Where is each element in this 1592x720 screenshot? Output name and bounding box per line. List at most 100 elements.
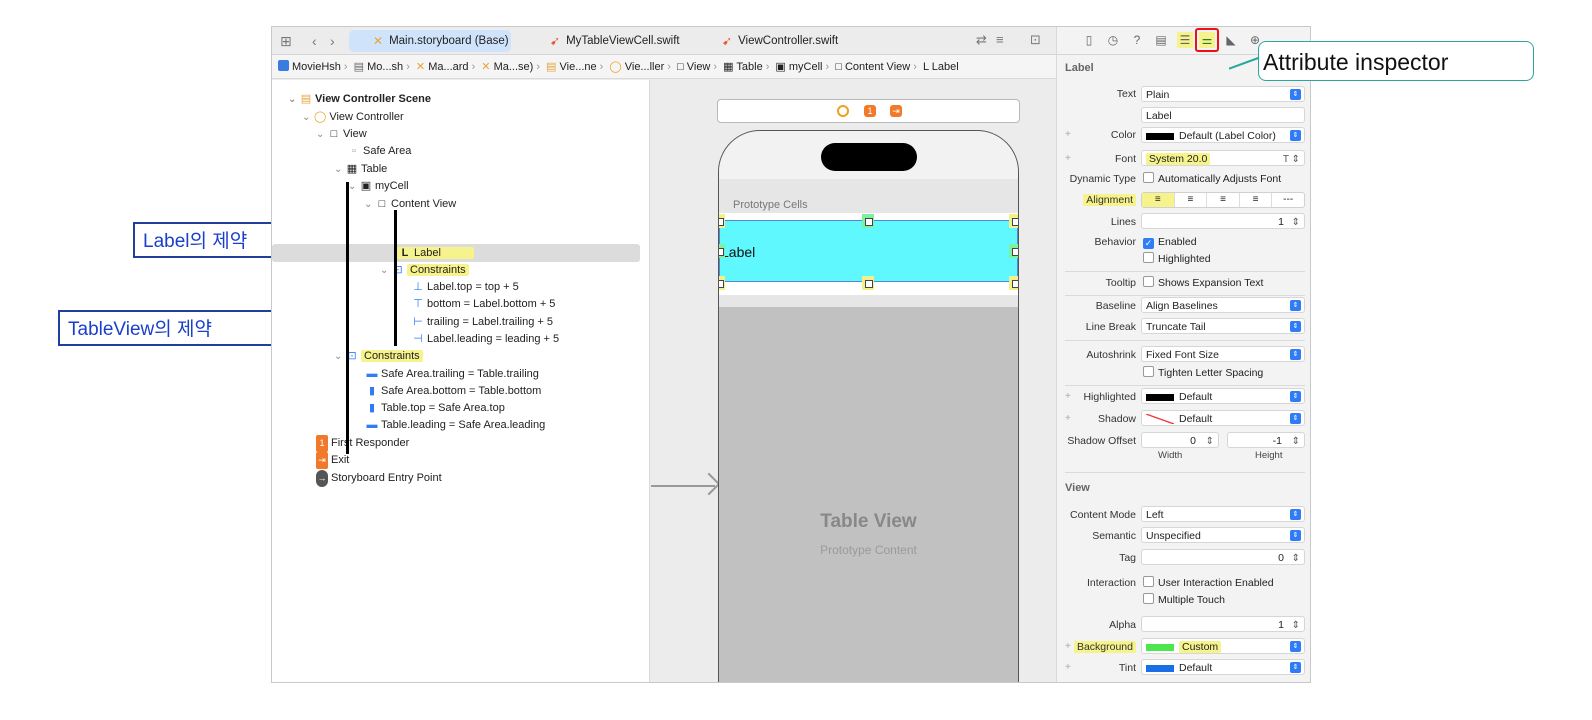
shadow-height-field[interactable]: -1 ⇕ [1227, 432, 1305, 448]
breadcrumb-item[interactable]: Label [932, 61, 959, 73]
line-break-select[interactable]: Truncate Tail ⇕ [1141, 318, 1305, 334]
align-center-icon[interactable]: ≡ [1175, 193, 1208, 207]
font-picker-icon[interactable]: T ⇕ [1283, 152, 1300, 168]
user-interaction-checkbox[interactable]: User Interaction Enabled [1139, 575, 1309, 591]
tab-viewcontroller[interactable]: ➹ ViewController.swift [698, 30, 858, 52]
breadcrumb-item[interactable]: MovieHsh [292, 61, 341, 73]
enabled-checkbox[interactable]: ✓ Enabled [1139, 234, 1299, 250]
checkbox-checked[interactable]: ✓ [1143, 238, 1154, 249]
outline-view-controller[interactable]: ⌄ ◯ View Controller [302, 109, 404, 126]
file-inspector-icon[interactable]: ▯ [1081, 32, 1097, 48]
tooltip-checkbox[interactable]: Shows Expansion Text [1139, 275, 1309, 291]
breadcrumb-item[interactable]: Content View [845, 61, 910, 73]
align-left-icon[interactable]: ≡ [1142, 193, 1175, 207]
outline-label[interactable]: L Label [396, 245, 475, 262]
outline-exit[interactable]: ⇥ Exit [316, 452, 349, 469]
shadow-width-field[interactable]: 0 ⇕ [1141, 432, 1219, 448]
checkbox[interactable] [1143, 252, 1154, 263]
checkbox[interactable] [1143, 172, 1154, 183]
outline-scene[interactable]: ⌄ ▤ View Controller Scene [288, 91, 431, 108]
breadcrumb-item[interactable]: Ma...ard [428, 61, 468, 73]
highlighted-checkbox[interactable]: Highlighted [1139, 251, 1299, 267]
stepper-icon[interactable]: ⇕ [1292, 551, 1300, 567]
chevron-down-icon[interactable]: ⌄ [348, 178, 360, 195]
shadow-color-select[interactable]: Default ⇕ [1141, 410, 1305, 426]
outline-mycell[interactable]: ⌄ ▣ myCell [348, 178, 409, 195]
plus-icon[interactable]: + [1065, 129, 1071, 140]
outline-constraint-row[interactable]: ⊢ trailing = Label.trailing + 5 [412, 314, 553, 331]
chevron-down-icon[interactable]: ⌄ [364, 196, 376, 213]
resize-handle[interactable] [719, 276, 725, 290]
resize-handle[interactable] [719, 244, 725, 258]
breadcrumb-item[interactable]: myCell [789, 61, 823, 73]
first-responder-icon[interactable]: 1 [864, 105, 876, 117]
tag-field[interactable]: 0 ⇕ [1141, 549, 1305, 565]
chevron-down-icon[interactable]: ⌄ [334, 161, 346, 178]
outline-constraint-row[interactable]: ▬ Safe Area.trailing = Table.trailing [366, 366, 539, 383]
multiple-touch-checkbox[interactable]: Multiple Touch [1139, 592, 1309, 608]
outline-entry-point[interactable]: → Storyboard Entry Point [316, 470, 442, 487]
tighten-checkbox[interactable]: Tighten Letter Spacing [1139, 365, 1309, 381]
checkbox[interactable] [1143, 366, 1154, 377]
align-right-icon[interactable]: ≡ [1207, 193, 1240, 207]
align-justify-icon[interactable]: ≡ [1240, 193, 1273, 207]
chevron-right-icon[interactable]: ⌄ [334, 348, 346, 365]
baseline-select[interactable]: Align Baselines ⇕ [1141, 297, 1305, 313]
outline-view[interactable]: ⌄ □ View [316, 126, 367, 143]
outline-constraint-row[interactable]: ⊥ Label.top = top + 5 [412, 279, 519, 296]
size-inspector-icon[interactable]: ◣ [1223, 32, 1239, 48]
tab-main-storyboard[interactable]: ✕ Main.storyboard (Base) [349, 30, 511, 52]
lines-icon[interactable]: ≡ [996, 32, 1004, 47]
swap-icon[interactable]: ⇄ [976, 32, 987, 48]
back-icon[interactable]: ‹ [312, 33, 317, 49]
semantic-select[interactable]: Unspecified ⇕ [1141, 527, 1305, 543]
outline-safe-area[interactable]: ▫ Safe Area [348, 143, 411, 160]
text-type-select[interactable]: Plain ⇕ [1141, 86, 1305, 102]
alpha-field[interactable]: 1 ⇕ [1141, 616, 1305, 632]
highlighted-color-select[interactable]: Default ⇕ [1141, 388, 1305, 404]
resize-handle[interactable] [1009, 244, 1018, 258]
chevron-down-icon[interactable]: ⌄ [288, 91, 300, 108]
resize-handle[interactable] [862, 276, 874, 290]
plus-icon[interactable]: + [1065, 413, 1071, 424]
checkbox[interactable] [1143, 276, 1154, 287]
background-color-select[interactable]: Custom ⇕ [1141, 638, 1305, 654]
chevron-down-icon[interactable]: ⌄ [380, 262, 392, 279]
outline-table[interactable]: ⌄ ▦ Table [334, 161, 387, 178]
breadcrumb-item[interactable]: Vie...ne [560, 61, 597, 73]
font-field[interactable]: System 20.0 T ⇕ [1141, 150, 1305, 166]
breadcrumb-item[interactable]: Table [736, 61, 762, 73]
cell-label-view[interactable] [719, 220, 1018, 282]
chevron-down-icon[interactable]: ⌄ [316, 126, 328, 143]
attributes-inspector-icon[interactable]: ☰ [1177, 32, 1193, 48]
content-mode-select[interactable]: Left ⇕ [1141, 506, 1305, 522]
outline-constraint-row[interactable]: ▬ Table.leading = Safe Area.leading [366, 417, 546, 434]
outline-constraint-row[interactable]: ▮ Safe Area.bottom = Table.bottom [366, 383, 541, 400]
exit-icon[interactable]: ⇥ [890, 105, 902, 117]
breadcrumb-item[interactable]: Mo...sh [367, 61, 403, 73]
stepper-icon[interactable]: ⇕ [1292, 215, 1300, 231]
split-editor-icon[interactable]: ⊡ [1030, 32, 1041, 48]
outline-first-responder[interactable]: 1 First Responder [316, 435, 409, 452]
breadcrumb-item[interactable]: View [687, 61, 711, 73]
stepper-icon[interactable]: ⇕ [1206, 434, 1214, 450]
plus-icon[interactable]: + [1065, 153, 1071, 164]
stepper-icon[interactable]: ⇕ [1292, 434, 1300, 450]
align-natural-button[interactable]: --- [1272, 193, 1304, 207]
breadcrumb-item[interactable]: Vie...ller [625, 61, 665, 73]
outline-constraint-row[interactable]: ▮ Table.top = Safe Area.top [366, 400, 505, 417]
forward-icon[interactable]: › [330, 33, 335, 49]
tint-color-select[interactable]: Default ⇕ [1141, 659, 1305, 675]
checkbox[interactable] [1143, 593, 1154, 604]
grid-icon[interactable]: ⊞ [280, 33, 292, 50]
view-controller-icon[interactable] [837, 105, 849, 117]
plus-icon[interactable]: + [1065, 641, 1071, 652]
resize-handle[interactable] [719, 214, 725, 228]
dynamic-type-checkbox[interactable]: Automatically Adjusts Font [1139, 171, 1309, 187]
outline-content-view[interactable]: ⌄ □ Content View [364, 196, 456, 213]
tab-mytableviewcell[interactable]: ➹ MyTableViewCell.swift [526, 30, 686, 52]
help-inspector-icon[interactable]: ? [1129, 32, 1145, 48]
resize-handle[interactable] [1009, 276, 1018, 290]
alignment-control[interactable]: ≡ ≡ ≡ ≡ --- [1141, 192, 1305, 208]
chevron-down-icon[interactable]: ⌄ [302, 109, 314, 126]
